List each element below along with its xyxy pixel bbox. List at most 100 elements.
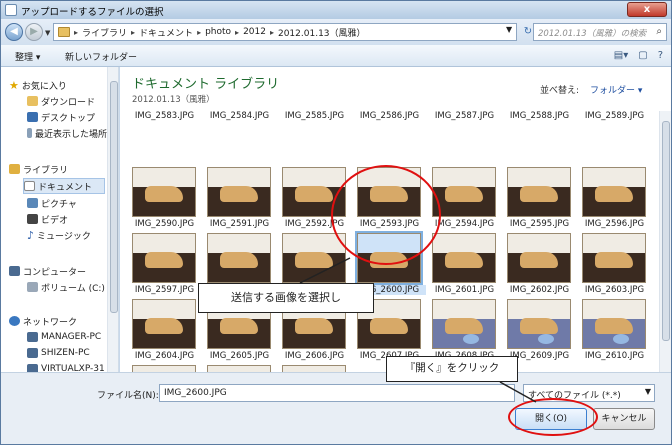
sort-label: 並べ替え:	[540, 86, 580, 96]
file-name-label[interactable]: IMG_2597.JPG	[128, 285, 201, 295]
filename-input[interactable]: IMG_2600.JPG	[159, 384, 515, 402]
nav-downloads[interactable]: ダウンロード	[27, 93, 118, 109]
file-thumbnail[interactable]	[132, 365, 196, 372]
file-thumbnail[interactable]	[132, 299, 196, 349]
sort-dropdown[interactable]: フォルダー ▾	[590, 83, 642, 96]
star-icon: ★	[9, 78, 19, 92]
file-name-label[interactable]: IMG_2587.JPG	[428, 111, 501, 121]
thumbnail-subject	[145, 318, 183, 334]
address-dropdown-icon[interactable]: ▼	[506, 25, 512, 34]
thumbnail-subject	[220, 186, 258, 202]
chevron-down-icon: ▼	[644, 387, 651, 396]
thumbnail-subject	[145, 186, 183, 202]
file-thumbnail[interactable]	[207, 365, 271, 372]
nav-volume-c[interactable]: ボリューム (C:)	[27, 279, 107, 295]
music-icon: ♪	[27, 228, 35, 242]
file-thumbnail[interactable]	[507, 167, 571, 217]
selection-highlight-ring	[331, 165, 441, 265]
nav-videos[interactable]: ビデオ	[27, 211, 118, 227]
nav-music[interactable]: ♪ ミュージック	[27, 227, 118, 243]
nav-libraries[interactable]: ライブラリ	[9, 161, 113, 177]
file-thumbnail[interactable]	[582, 233, 646, 283]
file-name-label[interactable]: IMG_2590.JPG	[128, 219, 201, 229]
file-thumbnail[interactable]	[582, 299, 646, 349]
thumbnail-subject	[520, 252, 558, 268]
preview-pane-icon[interactable]: ▢	[638, 50, 647, 61]
file-name-label[interactable]: IMG_2595.JPG	[503, 219, 576, 229]
crumb-photo[interactable]: photo	[205, 27, 231, 37]
nav-pictures[interactable]: ピクチャ	[27, 195, 118, 211]
nav-favorites[interactable]: ★ お気に入り	[9, 77, 113, 93]
window-title: アップロードするファイルの選択	[21, 7, 164, 18]
search-input[interactable]: 2012.01.13（風雅）の検索 ⌕	[533, 23, 667, 41]
nav-pc-shizen[interactable]: SHIZEN-PC	[27, 345, 118, 361]
cancel-button[interactable]: キャンセル	[593, 408, 655, 430]
breadcrumb[interactable]: ▸ ライブラリ ▸ ドキュメント ▸ photo ▸ 2012 ▸ 2012.0…	[53, 23, 517, 41]
file-thumbnail[interactable]	[132, 233, 196, 283]
file-name-label[interactable]: IMG_2584.JPG	[203, 111, 276, 121]
file-thumbnail[interactable]	[432, 167, 496, 217]
file-name-label[interactable]: IMG_2602.JPG	[503, 285, 576, 295]
title-bar: アップロードするファイルの選択 x	[1, 1, 671, 19]
file-name-label[interactable]: IMG_2591.JPG	[203, 219, 276, 229]
nav-pc-manager[interactable]: MANAGER-PC	[27, 329, 118, 345]
nav-computer[interactable]: コンピューター	[9, 263, 113, 279]
nav-documents[interactable]: ドキュメント	[23, 178, 105, 194]
toolbar: 整理 ▾ 新しいフォルダー ▤▾ ▢ ?	[1, 45, 671, 67]
thumbnail-subject	[595, 186, 633, 202]
file-name-label[interactable]: IMG_2606.JPG	[278, 351, 351, 361]
crumb-2012[interactable]: 2012	[243, 27, 266, 37]
new-folder-button[interactable]: 新しいフォルダー	[65, 50, 137, 63]
nav-scrollbar[interactable]	[107, 67, 118, 372]
nav-recent[interactable]: 最近表示した場所	[27, 125, 107, 141]
file-thumbnail[interactable]	[432, 233, 496, 283]
video-icon	[27, 214, 38, 224]
nav-network[interactable]: ネットワーク	[9, 313, 113, 329]
organize-button[interactable]: 整理 ▾	[15, 50, 40, 63]
file-name-label[interactable]: IMG_2596.JPG	[578, 219, 651, 229]
file-thumbnail[interactable]	[132, 167, 196, 217]
help-icon[interactable]: ?	[658, 50, 663, 61]
nav-scroll-thumb[interactable]	[110, 81, 118, 313]
file-thumbnail[interactable]	[432, 299, 496, 349]
close-button[interactable]: x	[627, 2, 667, 17]
file-name-label[interactable]: IMG_2610.JPG	[578, 351, 651, 361]
window-icon	[5, 4, 17, 16]
file-list-scroll-thumb[interactable]	[662, 121, 670, 341]
file-name-label[interactable]: IMG_2588.JPG	[503, 111, 576, 121]
thumbnail-subject	[520, 318, 558, 334]
file-thumbnail[interactable]	[207, 167, 271, 217]
crumb-current-folder[interactable]: 2012.01.13（風雅）	[278, 26, 366, 39]
nav-desktop[interactable]: デスクトップ	[27, 109, 118, 125]
file-name-label[interactable]: IMG_2589.JPG	[578, 111, 651, 121]
file-name-label[interactable]: IMG_2605.JPG	[203, 351, 276, 361]
recent-places-icon	[27, 128, 32, 138]
recent-pages-dropdown-icon[interactable]: ▼	[45, 29, 50, 37]
file-thumbnail[interactable]	[582, 167, 646, 217]
crumb-library[interactable]: ライブラリ	[82, 26, 127, 39]
back-button[interactable]: ◀	[5, 23, 23, 41]
thumbnail-subject	[445, 186, 483, 202]
forward-button[interactable]: ▶	[25, 23, 43, 41]
file-thumbnail[interactable]	[507, 233, 571, 283]
file-name-label[interactable]: IMG_2583.JPG	[128, 111, 201, 121]
pc-icon	[27, 364, 38, 372]
file-name-label[interactable]: IMG_2604.JPG	[128, 351, 201, 361]
thumbnail-subject	[295, 252, 333, 268]
nav-pc-virtualxp[interactable]: VIRTUALXP-31	[27, 361, 105, 372]
file-name-label[interactable]: IMG_2601.JPG	[428, 285, 501, 295]
thumbnail-subject	[595, 252, 633, 268]
file-thumbnail[interactable]	[282, 365, 346, 372]
thumbnail-subject	[595, 318, 633, 334]
file-thumbnail[interactable]	[207, 233, 271, 283]
file-name-label[interactable]: IMG_2586.JPG	[353, 111, 426, 121]
file-thumbnail[interactable]	[507, 299, 571, 349]
file-thumbnail[interactable]	[282, 233, 346, 283]
crumb-documents[interactable]: ドキュメント	[139, 26, 193, 39]
file-name-label[interactable]: IMG_2585.JPG	[278, 111, 351, 121]
file-list-scrollbar[interactable]	[659, 111, 671, 372]
search-icon[interactable]: ⌕	[656, 26, 662, 37]
navigation-pane: ★ お気に入り ダウンロード デスクトップ 最近表示した場所 ライブラリ ドキュメ…	[1, 67, 119, 372]
view-options-icon[interactable]: ▤▾	[614, 50, 628, 61]
file-name-label[interactable]: IMG_2603.JPG	[578, 285, 651, 295]
